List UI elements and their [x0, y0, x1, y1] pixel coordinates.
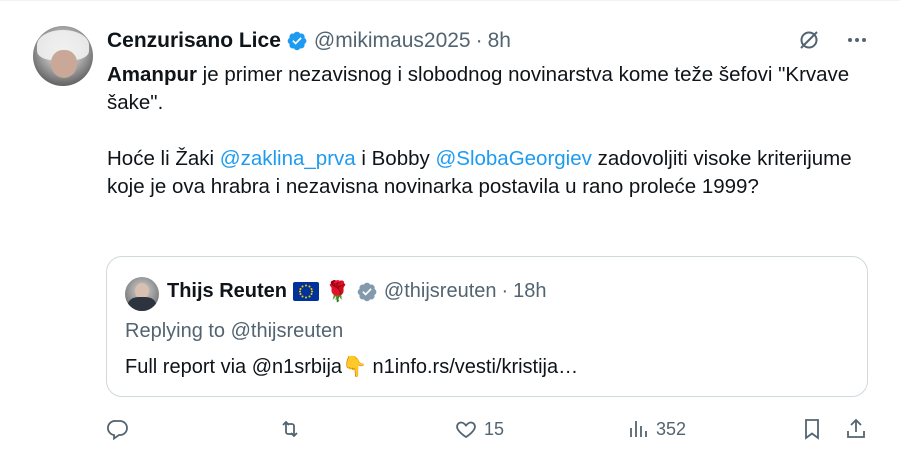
bookmark-icon [805, 419, 819, 440]
grok-icon[interactable] [796, 27, 822, 53]
quote-time[interactable]: 18h [513, 280, 546, 303]
top-actions [796, 27, 870, 53]
tweet-header: Cenzurisano Lice @mikimaus2025 · 8h [107, 28, 511, 54]
verified-badge-icon [287, 31, 307, 51]
reply-icon [107, 420, 128, 441]
quote-author-name[interactable]: Thijs Reuten [167, 280, 287, 303]
bookmark-button[interactable] [800, 417, 824, 441]
author-handle[interactable]: @mikimaus2025 [314, 29, 471, 53]
like-button[interactable]: 15 [454, 417, 504, 441]
repost-button[interactable] [278, 417, 308, 441]
reply-button[interactable] [106, 417, 136, 441]
like-icon [456, 421, 476, 439]
share-button[interactable] [844, 417, 868, 441]
rose-icon: 🌹 [325, 281, 350, 303]
eu-flag-icon [293, 282, 320, 301]
tweet-text-part: i Bobby [355, 147, 436, 170]
views-icon [630, 421, 647, 437]
separator-dot: · [475, 29, 483, 52]
tweet-paragraph-1-text: je primer nezavisnog i slobodnog novinar… [107, 63, 850, 114]
tweet-paragraph-2: Hoće li Žaki @zaklina_prva i Bobby @Slob… [107, 145, 867, 201]
tweet-time[interactable]: 8h [488, 29, 511, 53]
tweet-text-part: Hoće li Žaki [107, 147, 220, 170]
repost-icon [282, 420, 298, 438]
separator-dot: · [501, 280, 509, 302]
author-avatar[interactable] [33, 26, 93, 86]
quote-header: Thijs Reuten 🌹 @thijsreuten · 18h [167, 279, 547, 304]
mention-link-1[interactable]: @zaklina_prva [220, 147, 356, 170]
bold-word: Amanpur [107, 63, 197, 86]
quoted-tweet[interactable]: Thijs Reuten 🌹 @thijsreuten · 18h Replyi… [106, 256, 868, 397]
verified-badge-icon [357, 282, 377, 301]
tweet-paragraph-1: Amanpur je primer nezavisnog i slobodnog… [107, 61, 867, 117]
action-bar: 15 352 [106, 417, 874, 447]
share-icon [847, 418, 865, 438]
like-count: 15 [484, 418, 505, 439]
author-name[interactable]: Cenzurisano Lice [107, 29, 281, 53]
quote-author-avatar[interactable] [125, 277, 159, 311]
more-icon[interactable] [844, 27, 870, 53]
views-button[interactable]: 352 [626, 417, 686, 441]
views-count: 352 [656, 418, 687, 439]
replying-to: Replying to @thijsreuten [125, 320, 344, 342]
quote-text: Full report via @n1srbija👇 n1info.rs/ves… [125, 356, 579, 378]
tweet[interactable]: Cenzurisano Lice @mikimaus2025 · 8h Aman… [0, 0, 900, 455]
mention-link-2[interactable]: @SlobaGeorgiev [435, 147, 591, 170]
quote-author-handle[interactable]: @thijsreuten [384, 280, 497, 303]
tweet-text: Amanpur je primer nezavisnog i slobodnog… [107, 61, 867, 201]
